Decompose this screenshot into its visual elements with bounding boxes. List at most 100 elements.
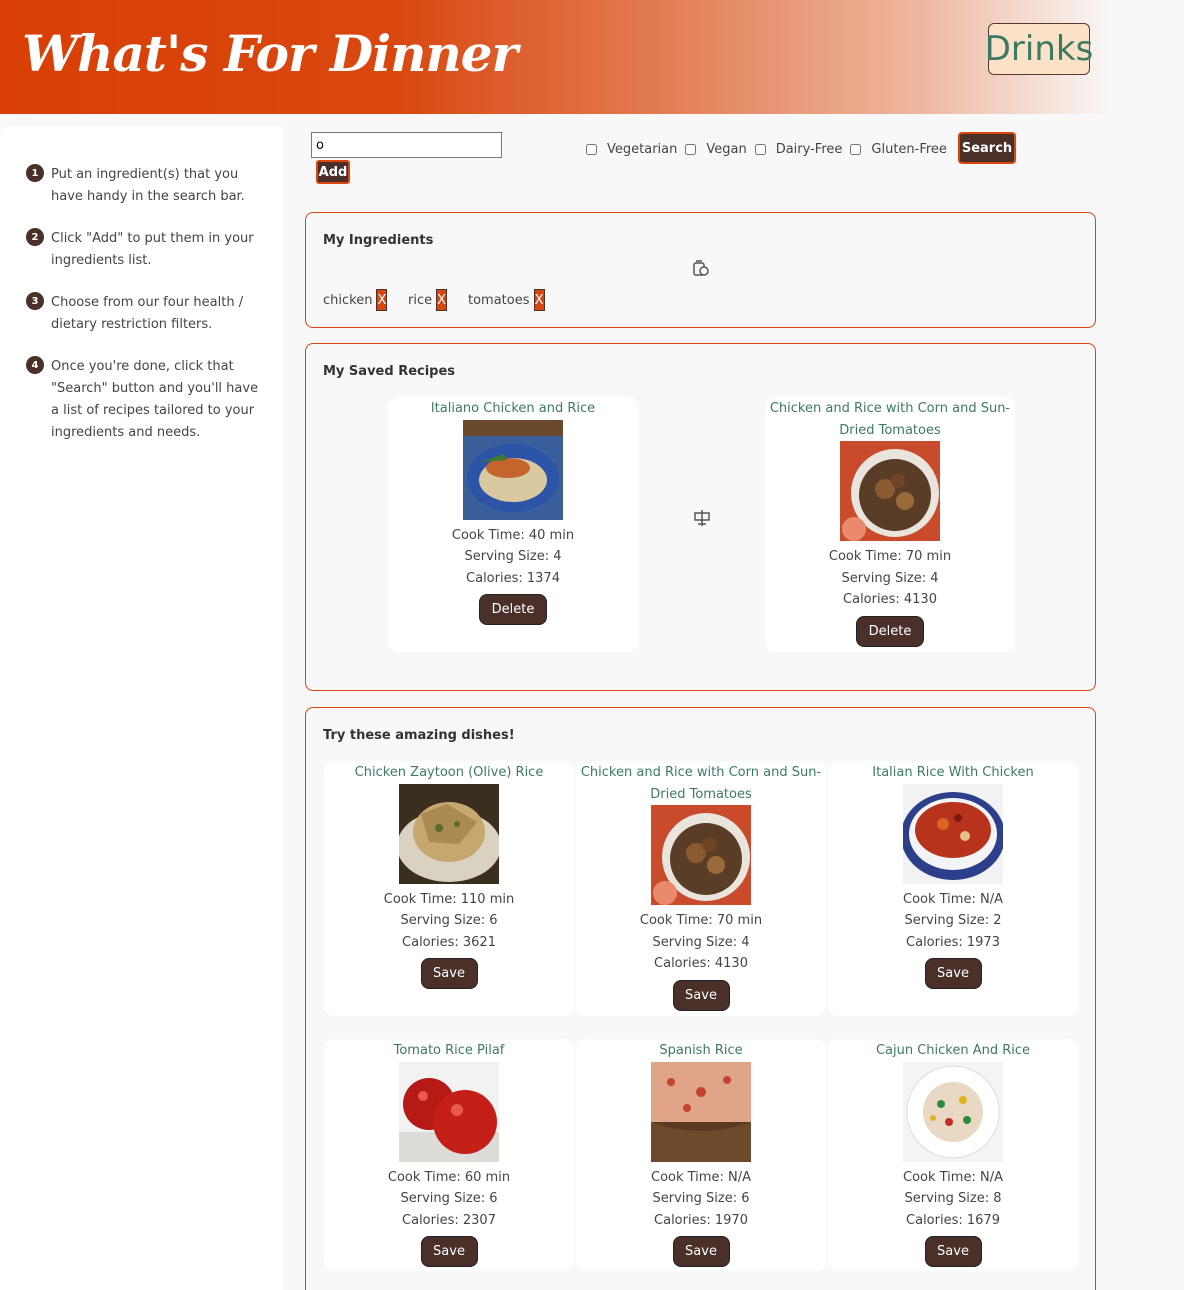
- recipe-image[interactable]: [651, 805, 751, 905]
- recipe-image[interactable]: [903, 783, 1003, 884]
- recipe-title-link[interactable]: Chicken Zaytoon (Olive) Rice: [324, 762, 574, 784]
- dish-card: Tomato Rice Pilaf Cook Time: 60 min Serv…: [324, 1039, 574, 1271]
- filter-vegan[interactable]: Vegan: [685, 141, 747, 157]
- recipe-title-link[interactable]: Italiano Chicken and Rice: [388, 398, 638, 420]
- recipe-title-link[interactable]: Italian Rice With Chicken: [828, 762, 1078, 784]
- serving-size: Serving Size: 2: [904, 913, 1002, 928]
- cooking-pot-icon: [691, 259, 711, 283]
- calories: Calories: 1970: [654, 1212, 748, 1228]
- cook-time: Cook Time: 70 min: [639, 913, 763, 928]
- ingredient-name: rice: [408, 292, 433, 308]
- dietary-filters: Vegetarian Vegan Dairy-Free Gluten-Free: [586, 139, 955, 159]
- filter-vegetarian[interactable]: Vegetarian: [586, 142, 677, 157]
- calories: Calories: 3621: [402, 934, 496, 950]
- drinks-button[interactable]: Drinks: [985, 23, 1093, 75]
- site-title: What's For Dinner: [22, 24, 518, 83]
- calories: Calories: 1973: [906, 934, 1000, 950]
- dish-card: Chicken Zaytoon (Olive) Rice Cook Time: …: [324, 761, 574, 1016]
- delete-recipe-button[interactable]: Delete: [479, 594, 547, 625]
- save-recipe-button[interactable]: Save: [924, 1236, 982, 1267]
- dairy-free-checkbox[interactable]: [754, 143, 766, 155]
- recipe-image[interactable]: [840, 441, 940, 541]
- recipe-image[interactable]: [903, 1061, 1003, 1162]
- remove-ingredient-button[interactable]: X: [436, 289, 448, 311]
- saved-recipe-card: Chicken and Rice with Corn and Sun-Dried…: [765, 397, 1015, 652]
- serving-size: Serving Size: 6: [400, 1191, 498, 1206]
- cook-time: Cook Time: 110 min: [383, 891, 515, 907]
- recipe-image[interactable]: [399, 783, 499, 884]
- serving-size: Serving Size: 4: [841, 570, 939, 586]
- recipe-title-link[interactable]: Chicken and Rice with Corn and Sun-Dried…: [765, 398, 1015, 441]
- calories: Calories: 4130: [843, 592, 937, 607]
- filter-gluten-free[interactable]: Gluten-Free: [850, 142, 947, 157]
- save-recipe-button[interactable]: Save: [420, 1236, 478, 1267]
- save-recipe-button[interactable]: Save: [420, 958, 478, 989]
- cook-time: Cook Time: 60 min: [387, 1169, 511, 1185]
- ingredient-name: chicken: [323, 292, 373, 308]
- saved-recipe-card: Italiano Chicken and Rice Cook Time: 40 …: [388, 397, 638, 652]
- recipe-title-link[interactable]: Chicken and Rice with Corn and Sun-Dried…: [576, 762, 826, 805]
- step-text: Once you're done, click that "Search" bu…: [51, 359, 259, 440]
- vegetarian-checkbox[interactable]: [586, 143, 597, 155]
- calories: Calories: 1374: [466, 570, 560, 586]
- cook-time: Cook Time: 70 min: [828, 549, 952, 564]
- dish-card: Spanish Rice Cook Time: N/A Serving Size…: [576, 1039, 826, 1271]
- save-recipe-button[interactable]: Save: [672, 979, 730, 1011]
- recipe-sign-icon: [692, 508, 712, 532]
- ingredient-search-input[interactable]: [311, 132, 502, 158]
- step-text: Put an ingredient(s) that you have handy…: [51, 167, 245, 204]
- recipe-image[interactable]: [399, 1061, 499, 1162]
- serving-size: Serving Size: 6: [400, 913, 498, 928]
- save-recipe-button[interactable]: Save: [672, 1236, 730, 1267]
- serving-size: Serving Size: 4: [652, 934, 750, 950]
- remove-ingredient-button[interactable]: X: [376, 289, 388, 311]
- step-text: Click "Add" to put them in your ingredie…: [51, 231, 254, 268]
- dish-card: Chicken and Rice with Corn and Sun-Dried…: [576, 761, 826, 1016]
- delete-recipe-button[interactable]: Delete: [856, 615, 924, 647]
- filter-label: Vegan: [706, 141, 747, 157]
- serving-size: Serving Size: 4: [464, 549, 562, 564]
- recipe-image[interactable]: [463, 419, 563, 520]
- step-number-badge: 2: [26, 228, 44, 246]
- panel-title: My Ingredients: [323, 233, 434, 248]
- calories: Calories: 1679: [906, 1212, 1000, 1228]
- cook-time: Cook Time: N/A: [651, 1169, 751, 1185]
- add-ingredient-button[interactable]: Add: [316, 160, 350, 184]
- serving-size: Serving Size: 8: [904, 1191, 1002, 1206]
- filter-label: Gluten-Free: [871, 141, 947, 157]
- my-ingredients-panel: My Ingredients chicken X rice X tomatoes…: [305, 212, 1096, 328]
- filter-dairy-free[interactable]: Dairy-Free: [754, 141, 843, 157]
- header-banner: What's For Dinner Drinks: [0, 0, 1184, 114]
- cook-time: Cook Time: 40 min: [451, 527, 575, 543]
- cook-time: Cook Time: N/A: [903, 1169, 1003, 1185]
- serving-size: Serving Size: 6: [652, 1191, 750, 1206]
- suggested-dishes-panel: Try these amazing dishes! Chicken Zaytoo…: [305, 707, 1096, 1290]
- saved-recipes-panel: My Saved Recipes Italiano Chicken and Ri…: [305, 343, 1096, 691]
- calories: Calories: 4130: [654, 956, 748, 971]
- panel-title: Try these amazing dishes!: [323, 728, 515, 743]
- cook-time: Cook Time: N/A: [903, 891, 1003, 907]
- vegan-checkbox[interactable]: [685, 143, 697, 155]
- panel-title: My Saved Recipes: [323, 364, 456, 379]
- save-recipe-button[interactable]: Save: [924, 958, 982, 989]
- step-number-badge: 4: [26, 356, 44, 374]
- recipe-title-link[interactable]: Cajun Chicken And Rice: [828, 1040, 1078, 1062]
- recipe-image[interactable]: [651, 1061, 751, 1162]
- instructions-sidebar: 1 Put an ingredient(s) that you have han…: [0, 126, 283, 1290]
- step-number-badge: 3: [26, 292, 44, 310]
- filter-label: Vegetarian: [607, 141, 678, 157]
- search-button[interactable]: Search: [958, 132, 1016, 164]
- step-text: Choose from our four health / dietary re…: [51, 295, 244, 332]
- ingredient-chip: tomatoes X: [468, 289, 545, 311]
- ingredient-name: tomatoes: [468, 292, 530, 308]
- recipe-title-link[interactable]: Tomato Rice Pilaf: [324, 1040, 574, 1062]
- dish-card: Italian Rice With Chicken Cook Time: N/A…: [828, 761, 1078, 1016]
- filter-label: Dairy-Free: [775, 141, 843, 157]
- ingredient-chip: chicken X: [323, 289, 388, 311]
- ingredient-chip: rice X: [408, 289, 448, 311]
- remove-ingredient-button[interactable]: X: [533, 289, 545, 311]
- recipe-title-link[interactable]: Spanish Rice: [576, 1040, 826, 1062]
- gluten-free-checkbox[interactable]: [850, 143, 862, 155]
- calories: Calories: 2307: [402, 1212, 496, 1228]
- dish-card: Cajun Chicken And Rice Cook Time: N/A Se…: [828, 1039, 1078, 1271]
